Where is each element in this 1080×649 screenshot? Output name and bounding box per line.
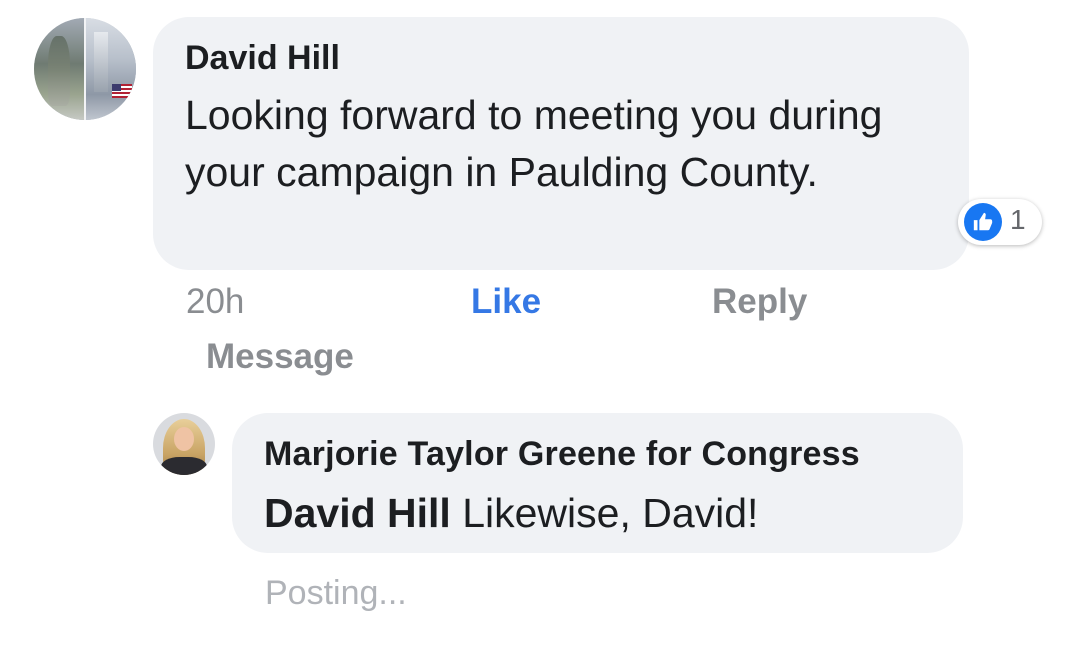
reaction-badge[interactable]: 1 (958, 199, 1042, 245)
like-button[interactable]: Like (471, 282, 541, 322)
thumbs-up-glyph (973, 212, 993, 231)
comment-timestamp[interactable]: 20h (186, 282, 244, 322)
reply-text: Likewise, David! (450, 490, 759, 536)
commenter-avatar[interactable] (34, 18, 136, 120)
avatar-tower (94, 32, 108, 92)
mention-tag[interactable]: David Hill (264, 490, 451, 536)
avatar-statue (48, 36, 70, 106)
comment-text: Looking forward to meeting you during yo… (185, 92, 883, 195)
comment-author-name[interactable]: David Hill (185, 39, 340, 78)
avatar-shirt (161, 457, 207, 475)
replier-avatar[interactable] (153, 413, 215, 475)
reply-author-name[interactable]: Marjorie Taylor Greene for Congress (264, 435, 860, 474)
reply-text-line: David Hill Likewise, David! (264, 485, 758, 542)
reply-button[interactable]: Reply (712, 282, 807, 322)
avatar-divider (83, 18, 86, 120)
reply-bubble: Marjorie Taylor Greene for Congress Davi… (232, 413, 963, 553)
message-button[interactable]: Message (206, 337, 354, 377)
avatar-photo-right (85, 18, 136, 120)
reaction-count: 1 (1010, 204, 1026, 235)
comment-bubble: David Hill Looking forward to meeting yo… (153, 17, 969, 270)
flag-icon (112, 84, 132, 98)
avatar-face (174, 427, 194, 451)
posting-status: Posting... (265, 574, 407, 612)
thumbs-up-icon (964, 203, 1002, 241)
